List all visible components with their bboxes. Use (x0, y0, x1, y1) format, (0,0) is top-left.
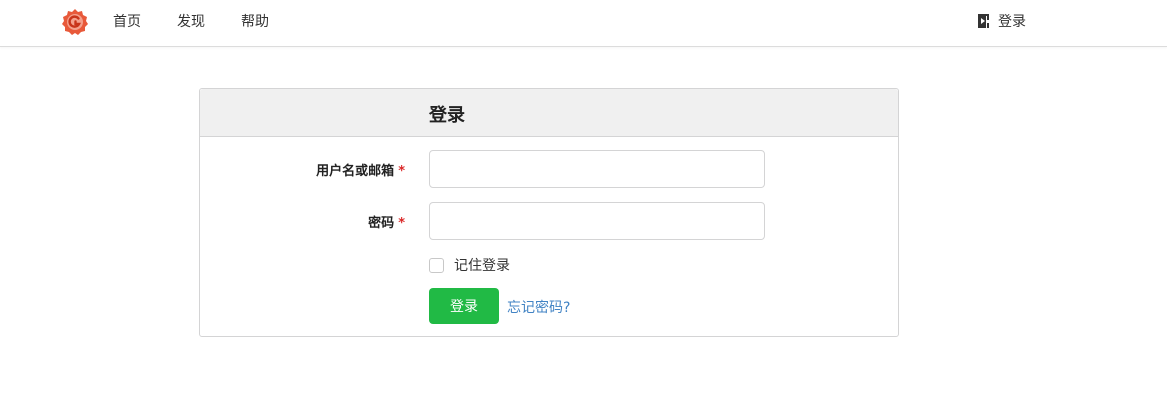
remember-me-label[interactable]: 记住登录 (454, 255, 510, 275)
nav-home[interactable]: 首页 (113, 13, 141, 31)
nav-signin-label: 登录 (998, 14, 1026, 30)
password-label-text: 密码 (368, 216, 395, 231)
username-required-mark: * (398, 164, 405, 179)
forgot-password-link[interactable]: 忘记密码? (507, 297, 570, 317)
password-input[interactable] (429, 202, 765, 240)
password-required-mark: * (398, 216, 405, 231)
username-label-text: 用户名或邮箱 (316, 164, 395, 179)
gitea-logo-icon[interactable] (61, 8, 89, 36)
username-input[interactable] (429, 150, 765, 188)
remember-me-checkbox[interactable]: 记住登录 (429, 255, 510, 275)
nav-help[interactable]: 帮助 (241, 13, 269, 31)
login-card-header: 登录 (200, 89, 898, 137)
checkbox-box[interactable] (429, 257, 444, 273)
signin-submit-button[interactable]: 登录 (429, 288, 499, 324)
password-label: 密码 * (205, 212, 405, 231)
username-label: 用户名或邮箱 * (205, 160, 405, 179)
sign-in-icon (978, 14, 989, 28)
login-title: 登录 (429, 105, 465, 126)
nav-explore[interactable]: 发现 (177, 13, 205, 31)
login-card: 登录 用户名或邮箱 * 密码 * 记住登录 登录 忘记密码? (199, 88, 899, 337)
top-navbar: 首页 发现 帮助 登录 (0, 0, 1167, 47)
nav-signin-link[interactable]: 登录 (977, 11, 1026, 31)
